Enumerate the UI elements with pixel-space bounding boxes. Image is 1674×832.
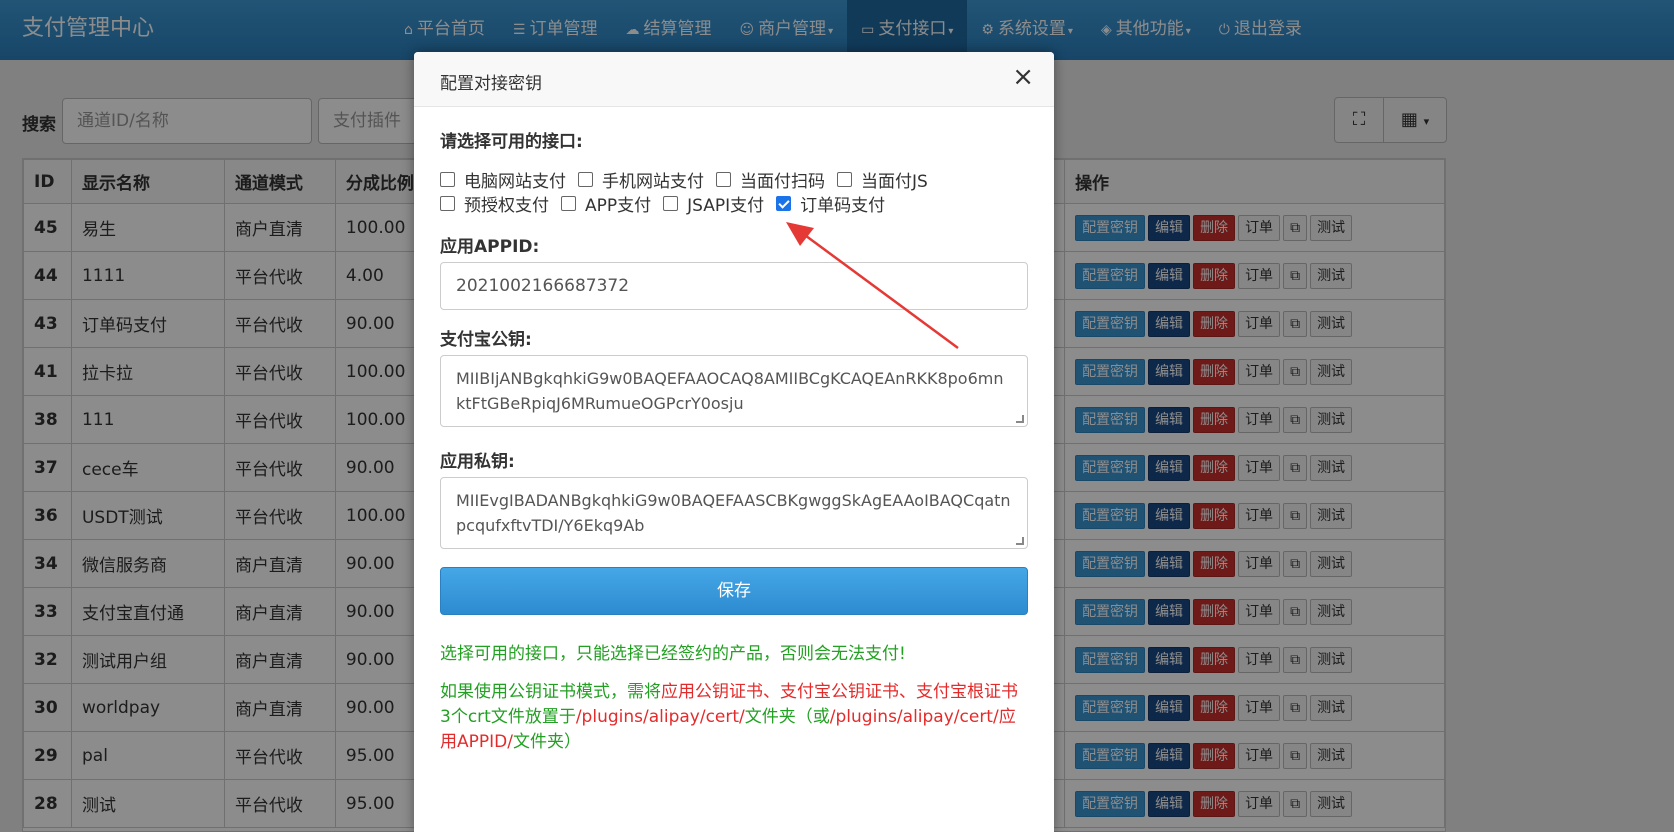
interface-checkbox[interactable]: [561, 196, 576, 211]
modal-title: 配置对接密钥: [440, 74, 542, 94]
cert-note-part: 应用公钥证书、支付宝公钥证书、支付宝根证书: [661, 682, 1018, 702]
cert-note-part: /plugins/alipay/cert/: [575, 707, 745, 727]
interfaces-label: 请选择可用的接口:: [440, 132, 583, 152]
alipay-pubkey-label: 支付宝公钥:: [440, 330, 532, 350]
interface-label: 当面付扫码: [740, 172, 825, 192]
close-icon[interactable]: ×: [1012, 64, 1034, 90]
interface-checkbox[interactable]: [578, 172, 593, 187]
interface-option[interactable]: 电脑网站支付: [440, 167, 566, 192]
interface-checkbox[interactable]: [776, 196, 792, 211]
cert-note-part: 文件夹（或: [744, 707, 830, 727]
interface-checkbox[interactable]: [663, 196, 679, 211]
interface-label: 预授权支付: [464, 196, 549, 216]
config-key-modal: 配置对接密钥 × 请选择可用的接口: 电脑网站支付 手机网站支付 当面付扫码 当面付J…: [414, 52, 1054, 832]
app-privkey-label: 应用私钥:: [440, 452, 515, 472]
resize-handle-icon[interactable]: [1016, 537, 1024, 545]
interface-checkbox[interactable]: [440, 196, 455, 211]
interface-option[interactable]: 当面付扫码: [716, 167, 825, 192]
interface-label: 手机网站支付: [602, 172, 704, 192]
interface-option[interactable]: 订单码支付: [776, 191, 885, 216]
save-button[interactable]: 保存: [440, 567, 1028, 615]
interface-option[interactable]: JSAPI支付: [663, 191, 764, 216]
cert-note-part: 如果使用公钥证书模式，需将: [440, 682, 661, 702]
interfaces-row-1: 电脑网站支付 手机网站支付 当面付扫码 当面付JS: [440, 167, 940, 192]
interface-checkbox[interactable]: [440, 172, 455, 187]
interface-label: JSAPI支付: [687, 196, 765, 216]
interface-label: 当面付JS: [861, 172, 928, 192]
appid-input[interactable]: 2021002166687372: [440, 262, 1028, 310]
interface-option[interactable]: 手机网站支付: [578, 167, 704, 192]
interface-label: 订单码支付: [800, 196, 886, 216]
app-privkey-textarea[interactable]: MIIEvgIBADANBgkqhkiG9w0BAQEFAASCBKgwggSk…: [440, 477, 1028, 549]
cert-note-part: 文件夹）: [512, 732, 581, 752]
resize-handle-icon[interactable]: [1016, 415, 1024, 423]
interface-checkbox[interactable]: [716, 172, 731, 187]
cert-note-part: 3个crt文件放置于: [440, 707, 576, 727]
modal-header: 配置对接密钥 ×: [414, 52, 1054, 107]
cert-note: 如果使用公钥证书模式，需将应用公钥证书、支付宝公钥证书、支付宝根证书 3个crt文…: [440, 680, 1028, 755]
interface-checkbox[interactable]: [837, 172, 852, 187]
interface-label: APP支付: [585, 196, 652, 216]
interface-option[interactable]: APP支付: [561, 191, 651, 216]
app-privkey-value: MIIEvgIBADANBgkqhkiG9w0BAQEFAASCBKgwggSk…: [456, 491, 1011, 535]
alipay-pubkey-value: MIIBIjANBgkqhkiG9w0BAQEFAAOCAQ8AMIIBCgKC…: [456, 369, 1004, 413]
interfaces-row-2: 预授权支付 APP支付 JSAPI支付 订单码支付: [440, 191, 897, 216]
alipay-pubkey-textarea[interactable]: MIIBIjANBgkqhkiG9w0BAQEFAAOCAQ8AMIIBCgKC…: [440, 355, 1028, 427]
appid-label: 应用APPID:: [440, 237, 540, 257]
interface-label: 电脑网站支付: [464, 172, 566, 192]
interface-option[interactable]: 预授权支付: [440, 191, 549, 216]
interface-note: 选择可用的接口，只能选择已经签约的产品，否则会无法支付!: [440, 644, 906, 664]
interface-option[interactable]: 当面付JS: [837, 167, 928, 192]
